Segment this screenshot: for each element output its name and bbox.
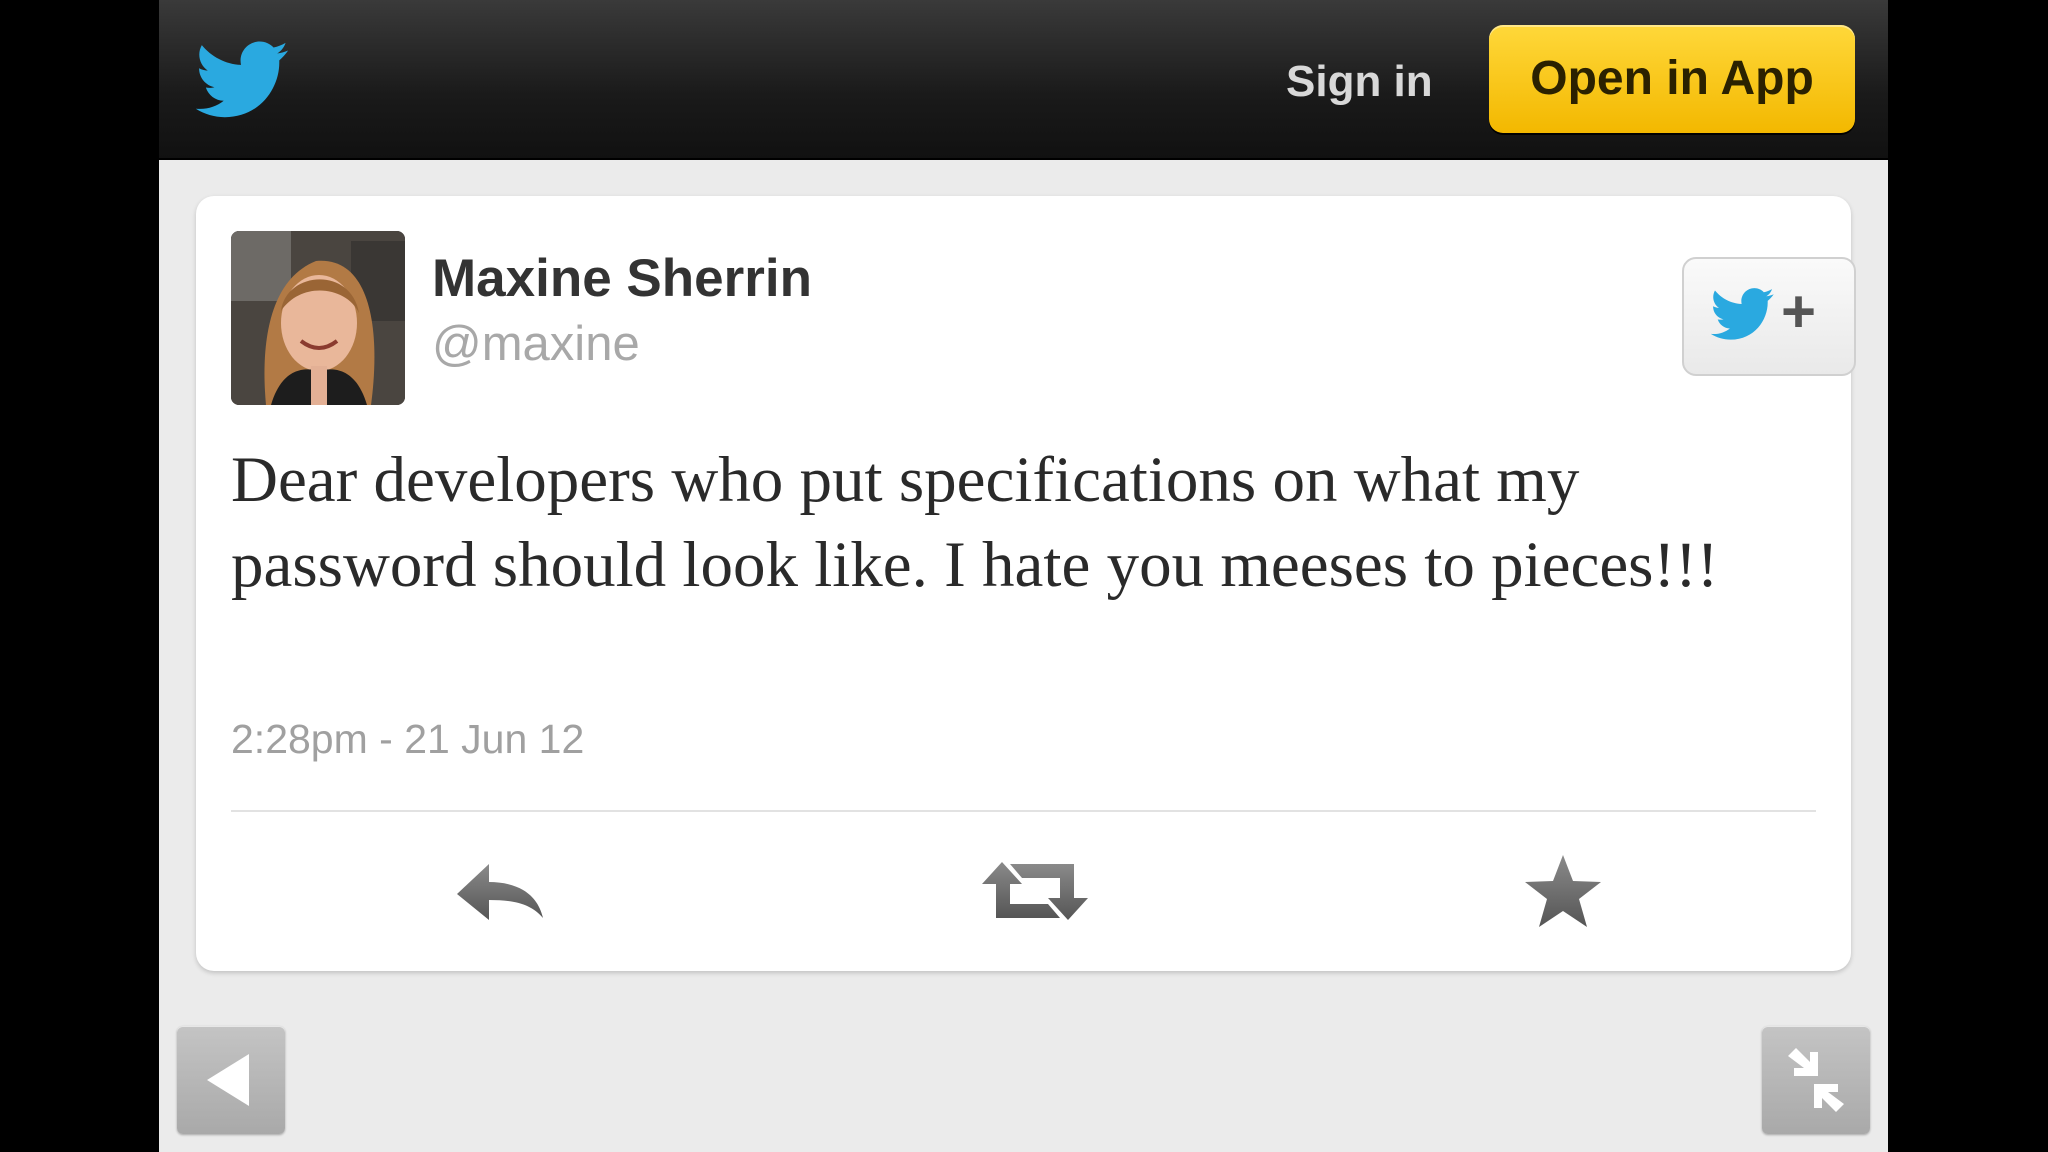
exit-fullscreen-button[interactable] bbox=[1762, 1026, 1870, 1134]
back-button[interactable] bbox=[177, 1026, 285, 1134]
twitter-mobile-view: Sign in Open in App Maxine Sherrin @maxi… bbox=[159, 0, 1888, 1152]
open-in-app-button[interactable]: Open in App bbox=[1489, 25, 1855, 133]
follow-button[interactable]: + bbox=[1682, 257, 1856, 376]
sign-in-link[interactable]: Sign in bbox=[1286, 50, 1433, 114]
back-arrow-icon bbox=[207, 1054, 249, 1106]
star-icon[interactable] bbox=[1523, 846, 1603, 936]
avatar[interactable] bbox=[231, 231, 405, 405]
author-handle[interactable]: @maxine bbox=[432, 316, 640, 372]
tweet-text: Dear developers who put specifications o… bbox=[231, 444, 1719, 601]
reply-icon[interactable] bbox=[455, 846, 545, 936]
twitter-bird-icon[interactable] bbox=[196, 41, 290, 121]
top-bar: Sign in Open in App bbox=[159, 0, 1888, 160]
author-name[interactable]: Maxine Sherrin bbox=[432, 248, 812, 309]
plus-icon: + bbox=[1781, 278, 1817, 345]
avatar-photo bbox=[231, 231, 405, 405]
tweet-timestamp[interactable]: 2:28pm - 21 Jun 12 bbox=[231, 716, 584, 763]
divider bbox=[231, 810, 1816, 812]
exit-fullscreen-icon bbox=[1788, 1048, 1844, 1112]
retweet-icon[interactable] bbox=[980, 846, 1090, 936]
tweet-card: Maxine Sherrin @maxine + Dear developers… bbox=[196, 196, 1856, 971]
twitter-bird-icon bbox=[1711, 288, 1774, 340]
